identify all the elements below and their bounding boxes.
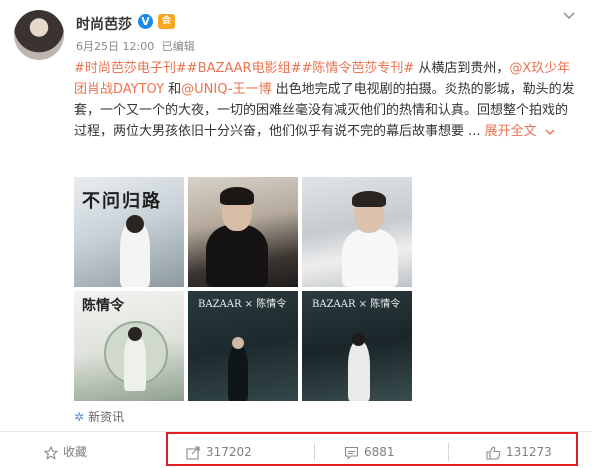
edited-label[interactable]: 已编辑 [162, 40, 195, 53]
weibo-post-card: 时尚芭莎 V 会 6月25日 12:00 已编辑 #时尚芭莎电子刊##BAZAA… [0, 0, 592, 468]
post-source: ✲ 新资讯 [74, 408, 124, 425]
member-badge-icon: 会 [158, 14, 175, 29]
image-overlay-text: 陈情令 [82, 298, 124, 314]
image-overlay-text: BAZAAR × 陈情令 [312, 299, 401, 310]
expand-full-text-link[interactable]: 展开全文 [485, 124, 537, 139]
post-image-1[interactable]: 不问归路 [74, 177, 184, 287]
post-text: #时尚芭莎电子刊##BAZAAR电影组##陈情令芭莎专刊# 从横店到贵州，@X玖… [74, 58, 580, 142]
author-name[interactable]: 时尚芭莎 [76, 14, 132, 34]
hashtag-links[interactable]: #时尚芭莎电子刊##BAZAAR电影组##陈情令芭莎专刊# [74, 61, 414, 76]
highlight-box [166, 432, 578, 466]
verified-icon: V [138, 14, 153, 29]
star-icon [43, 445, 59, 460]
post-image-6[interactable]: BAZAAR × 陈情令 [302, 291, 412, 401]
image-overlay-text: BAZAAR × 陈情令 [198, 299, 287, 310]
post-image-4[interactable]: 陈情令 [74, 291, 184, 401]
text-part-2: 和 [164, 82, 182, 97]
favorite-label: 收藏 [63, 445, 88, 459]
post-date[interactable]: 6月25日 12:00 [76, 40, 154, 53]
post-image-3[interactable] [302, 177, 412, 287]
post-image-2[interactable] [188, 177, 298, 287]
post-image-5[interactable]: BAZAAR × 陈情令 [188, 291, 298, 401]
post-meta: 6月25日 12:00 已编辑 [76, 38, 195, 54]
gear-icon: ✲ [74, 410, 85, 424]
text-part-1: 从横店到贵州， [414, 61, 510, 76]
source-label[interactable]: 新资讯 [88, 410, 124, 424]
favorite-button[interactable]: 收藏 [43, 442, 88, 462]
mention-link-2[interactable]: @UNIQ-王一博 [181, 82, 271, 97]
chevron-down-icon[interactable] [562, 8, 576, 22]
author-avatar[interactable] [14, 10, 64, 60]
image-overlay-text: 不问归路 [82, 191, 162, 212]
chevron-down-icon[interactable] [544, 127, 556, 137]
